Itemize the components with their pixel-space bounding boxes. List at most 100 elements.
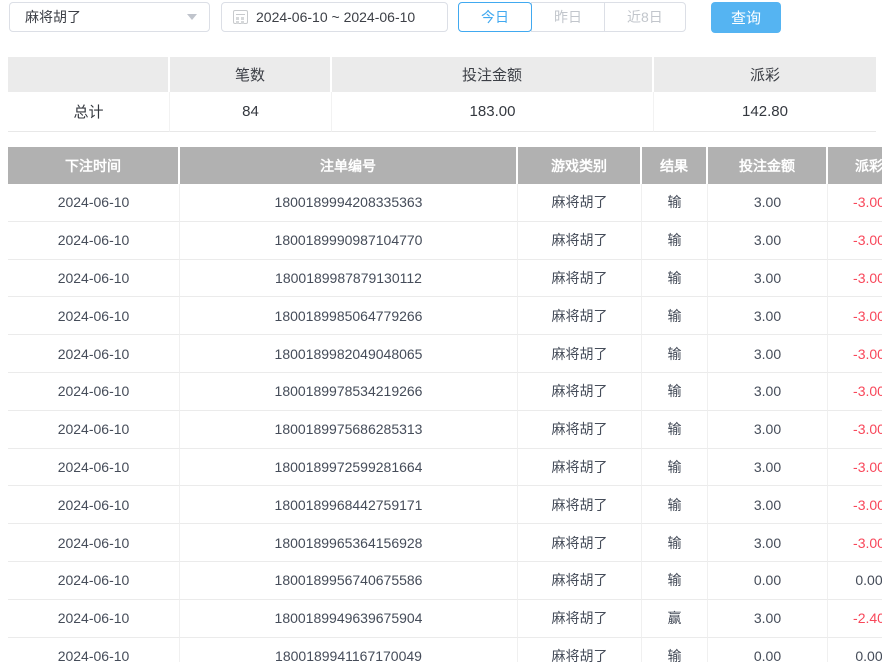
summary-header-row: 笔数 投注金额 派彩 bbox=[8, 57, 876, 92]
summary-bet-amount-value: 183.00 bbox=[332, 92, 654, 132]
cell-order-id: 1800189990987104770 bbox=[180, 222, 518, 260]
cell-game-type: 麻将胡了 bbox=[518, 222, 642, 260]
cell-order-id: 1800189956740675586 bbox=[180, 562, 518, 600]
cell-order-id: 1800189972599281664 bbox=[180, 449, 518, 487]
cell-bet-amount: 3.00 bbox=[708, 335, 828, 373]
cell-result: 输 bbox=[642, 184, 708, 222]
cell-bet-amount: 3.00 bbox=[708, 297, 828, 335]
cell-payout: 0.00 bbox=[828, 562, 882, 600]
cell-game-type: 麻将胡了 bbox=[518, 449, 642, 487]
summary-table: 笔数 投注金额 派彩 总计 84 183.00 142.80 bbox=[8, 57, 876, 132]
table-row: 2024-06-101800189949639675904麻将胡了赢3.00-2… bbox=[8, 600, 882, 638]
table-row: 2024-06-101800189956740675586麻将胡了输0.000.… bbox=[8, 562, 882, 600]
cell-payout: -2.40 bbox=[828, 600, 882, 638]
cell-order-id: 1800189965364156928 bbox=[180, 524, 518, 562]
cell-order-id: 1800189978534219266 bbox=[180, 373, 518, 411]
table-row: 2024-06-101800189975686285313麻将胡了输3.00-3… bbox=[8, 411, 882, 449]
summary-total-row: 总计 84 183.00 142.80 bbox=[8, 92, 876, 132]
cell-result: 输 bbox=[642, 449, 708, 487]
cell-bet-amount: 3.00 bbox=[708, 600, 828, 638]
yesterday-button[interactable]: 昨日 bbox=[531, 2, 605, 32]
cell-bet-amount: 3.00 bbox=[708, 373, 828, 411]
cell-payout: -3.00 bbox=[828, 373, 882, 411]
cell-bet-time: 2024-06-10 bbox=[8, 222, 180, 260]
cell-payout: -3.00 bbox=[828, 260, 882, 298]
cell-bet-amount: 3.00 bbox=[708, 184, 828, 222]
cell-order-id: 1800189975686285313 bbox=[180, 411, 518, 449]
cell-game-type: 麻将胡了 bbox=[518, 486, 642, 524]
date-range-value: 2024-06-10 ~ 2024-06-10 bbox=[256, 9, 415, 25]
summary-header-blank bbox=[8, 57, 170, 92]
header-payout: 派彩 bbox=[828, 147, 882, 184]
table-row: 2024-06-101800189990987104770麻将胡了输3.00-3… bbox=[8, 222, 882, 260]
cell-payout: 0.00 bbox=[828, 638, 882, 662]
table-row: 2024-06-101800189985064779266麻将胡了输3.00-3… bbox=[8, 297, 882, 335]
cell-bet-time: 2024-06-10 bbox=[8, 373, 180, 411]
header-game-type: 游戏类别 bbox=[518, 147, 642, 184]
cell-bet-time: 2024-06-10 bbox=[8, 562, 180, 600]
quick-filter-group: 今日 昨日 近8日 bbox=[458, 2, 686, 32]
table-row: 2024-06-101800189941167170049麻将胡了输0.000.… bbox=[8, 638, 882, 662]
table-row: 2024-06-101800189978534219266麻将胡了输3.00-3… bbox=[8, 373, 882, 411]
game-select-value: 麻将胡了 bbox=[25, 7, 81, 27]
cell-result: 输 bbox=[642, 335, 708, 373]
summary-count-value: 84 bbox=[170, 92, 332, 132]
query-button[interactable]: 查询 bbox=[711, 2, 781, 33]
table-row: 2024-06-101800189965364156928麻将胡了输3.00-3… bbox=[8, 524, 882, 562]
cell-result: 输 bbox=[642, 638, 708, 662]
table-body: 2024-06-101800189994208335363麻将胡了输3.00-3… bbox=[8, 184, 882, 662]
cell-payout: -3.00 bbox=[828, 222, 882, 260]
cell-bet-amount: 0.00 bbox=[708, 562, 828, 600]
cell-bet-amount: 3.00 bbox=[708, 222, 828, 260]
header-result: 结果 bbox=[642, 147, 708, 184]
cell-game-type: 麻将胡了 bbox=[518, 184, 642, 222]
cell-payout: -3.00 bbox=[828, 486, 882, 524]
header-bet-time: 下注时间 bbox=[8, 147, 180, 184]
today-button[interactable]: 今日 bbox=[458, 2, 532, 32]
cell-bet-time: 2024-06-10 bbox=[8, 600, 180, 638]
cell-bet-amount: 0.00 bbox=[708, 638, 828, 662]
last-8-days-button[interactable]: 近8日 bbox=[604, 2, 686, 32]
cell-order-id: 1800189949639675904 bbox=[180, 600, 518, 638]
cell-bet-time: 2024-06-10 bbox=[8, 184, 180, 222]
game-select-dropdown[interactable]: 麻将胡了 bbox=[9, 2, 210, 32]
cell-game-type: 麻将胡了 bbox=[518, 600, 642, 638]
summary-header-bet-amount: 投注金额 bbox=[332, 57, 654, 92]
cell-bet-amount: 3.00 bbox=[708, 524, 828, 562]
cell-bet-time: 2024-06-10 bbox=[8, 449, 180, 487]
cell-result: 输 bbox=[642, 222, 708, 260]
table-row: 2024-06-101800189972599281664麻将胡了输3.00-3… bbox=[8, 449, 882, 487]
cell-payout: -3.00 bbox=[828, 449, 882, 487]
cell-bet-time: 2024-06-10 bbox=[8, 524, 180, 562]
cell-result: 赢 bbox=[642, 600, 708, 638]
cell-order-id: 1800189987879130112 bbox=[180, 260, 518, 298]
cell-order-id: 1800189982049048065 bbox=[180, 335, 518, 373]
cell-bet-amount: 3.00 bbox=[708, 449, 828, 487]
cell-game-type: 麻将胡了 bbox=[518, 335, 642, 373]
cell-order-id: 1800189994208335363 bbox=[180, 184, 518, 222]
summary-total-label: 总计 bbox=[8, 92, 170, 132]
header-order-id: 注单编号 bbox=[180, 147, 518, 184]
chevron-down-icon bbox=[187, 14, 197, 20]
cell-bet-time: 2024-06-10 bbox=[8, 411, 180, 449]
table-row: 2024-06-101800189982049048065麻将胡了输3.00-3… bbox=[8, 335, 882, 373]
cell-result: 输 bbox=[642, 524, 708, 562]
cell-game-type: 麻将胡了 bbox=[518, 524, 642, 562]
cell-game-type: 麻将胡了 bbox=[518, 638, 642, 662]
cell-bet-time: 2024-06-10 bbox=[8, 260, 180, 298]
cell-result: 输 bbox=[642, 260, 708, 298]
cell-payout: -3.00 bbox=[828, 297, 882, 335]
cell-order-id: 1800189968442759171 bbox=[180, 486, 518, 524]
cell-bet-time: 2024-06-10 bbox=[8, 638, 180, 662]
header-bet-amount: 投注金额 bbox=[708, 147, 828, 184]
cell-order-id: 1800189941167170049 bbox=[180, 638, 518, 662]
cell-game-type: 麻将胡了 bbox=[518, 562, 642, 600]
summary-header-count: 笔数 bbox=[170, 57, 332, 92]
calendar-icon bbox=[233, 10, 248, 24]
date-range-input[interactable]: 2024-06-10 ~ 2024-06-10 bbox=[221, 2, 448, 32]
cell-game-type: 麻将胡了 bbox=[518, 297, 642, 335]
cell-payout: -3.00 bbox=[828, 184, 882, 222]
cell-result: 输 bbox=[642, 297, 708, 335]
table-row: 2024-06-101800189994208335363麻将胡了输3.00-3… bbox=[8, 184, 882, 222]
table-row: 2024-06-101800189987879130112麻将胡了输3.00-3… bbox=[8, 260, 882, 298]
